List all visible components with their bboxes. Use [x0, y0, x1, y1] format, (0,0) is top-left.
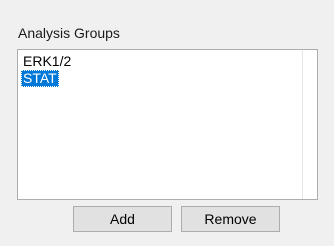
- list-item-label: ERK1/2: [23, 53, 72, 69]
- remove-button[interactable]: Remove: [181, 206, 280, 232]
- list-item-label: STAT: [21, 70, 59, 87]
- analysis-groups-panel: Analysis Groups ERK1/2 STAT Add Remove: [0, 0, 334, 246]
- scrollbar-track[interactable]: [302, 50, 303, 199]
- list-item-stat[interactable]: STAT: [18, 70, 303, 87]
- analysis-groups-listbox[interactable]: ERK1/2 STAT: [17, 49, 318, 200]
- list-items: ERK1/2 STAT: [18, 53, 303, 87]
- list-item-erk1-2[interactable]: ERK1/2: [18, 53, 303, 70]
- analysis-groups-label: Analysis Groups: [18, 25, 120, 41]
- add-button[interactable]: Add: [73, 206, 172, 232]
